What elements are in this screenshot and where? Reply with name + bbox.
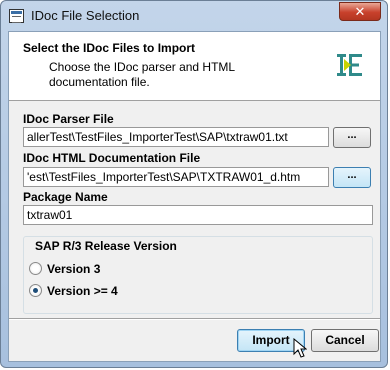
html-doc-file-path: 'est\TestFiles_ImporterTest\SAP\TXTRAW01… xyxy=(27,170,301,184)
dialog-content: Select the IDoc Files to Import Choose t… xyxy=(8,31,381,362)
header-panel: Select the IDoc Files to Import Choose t… xyxy=(9,32,380,101)
idoc-import-logo-icon xyxy=(337,54,362,76)
release-version-label: SAP R/3 Release Version xyxy=(33,239,179,253)
header-title: Select the IDoc Files to Import xyxy=(23,41,196,55)
radio-label: Version >= 4 xyxy=(47,284,118,298)
parser-file-browse-button[interactable]: ... xyxy=(333,127,371,148)
package-name-label: Package Name xyxy=(23,190,108,204)
html-doc-file-browse-button[interactable]: ... xyxy=(333,167,371,188)
parser-file-path: allerTest\TestFiles_ImporterTest\SAP\txt… xyxy=(27,130,288,144)
parser-file-field[interactable]: allerTest\TestFiles_ImporterTest\SAP\txt… xyxy=(23,127,329,147)
footer-divider xyxy=(9,318,380,320)
html-doc-file-label: IDoc HTML Documentation File xyxy=(23,151,201,165)
radio-button[interactable] xyxy=(29,284,42,297)
parser-file-label: IDoc Parser File xyxy=(23,112,114,126)
mouse-pointer-icon xyxy=(293,338,307,358)
radio-button[interactable] xyxy=(29,262,42,275)
dialog-window-icon xyxy=(9,9,24,23)
radio-label: Version 3 xyxy=(47,262,101,276)
title-bar[interactable]: IDoc File Selection ✕ xyxy=(1,1,387,31)
dialog-window: IDoc File Selection ✕ Select the IDoc Fi… xyxy=(0,0,388,368)
package-name-input[interactable]: txtraw01 xyxy=(23,205,373,225)
window-title: IDoc File Selection xyxy=(31,8,140,23)
close-button[interactable]: ✕ xyxy=(339,2,381,21)
header-description: Choose the IDoc parser and HTML document… xyxy=(49,60,235,89)
cancel-button[interactable]: Cancel xyxy=(311,329,379,352)
html-doc-file-field[interactable]: 'est\TestFiles_ImporterTest\SAP\TXTRAW01… xyxy=(23,167,329,187)
